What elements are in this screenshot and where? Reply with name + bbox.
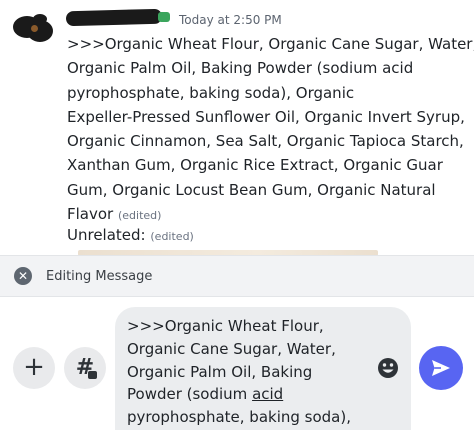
spellcheck-word[interactable]: acid	[252, 385, 283, 403]
close-icon[interactable]: ✕	[14, 267, 32, 285]
message-content: >>>Organic Wheat Flour, Organic Cane Sug…	[67, 32, 474, 228]
threads-button[interactable]: #	[64, 347, 106, 389]
emoji-icon[interactable]	[377, 357, 399, 379]
input-line-text: Powder (sodium	[127, 385, 253, 404]
input-line: pyrophosphate, baking soda),	[127, 408, 351, 427]
message-line: >>>Organic Wheat Flour, Organic Cane Sug…	[67, 35, 474, 53]
message-input-text[interactable]: >>>Organic Wheat Flour, Organic Cane Sug…	[127, 315, 367, 429]
thread-bubble-icon	[88, 371, 97, 379]
message-line: Gum, Organic Locust Bean Gum, Organic Na…	[67, 180, 436, 199]
plus-icon: +	[23, 352, 45, 382]
message-line: pyrophosphate, baking soda), Organic	[67, 83, 355, 102]
edited-tag: (edited)	[118, 209, 162, 223]
add-attachment-button[interactable]: +	[13, 347, 55, 389]
editing-label: Editing Message	[46, 269, 153, 284]
input-line: Organic Cane Sugar, Water,	[127, 339, 336, 358]
message-timestamp: Today at 2:50 PM	[179, 13, 282, 27]
avatar[interactable]	[13, 12, 53, 42]
message-2-text: Unrelated:	[67, 226, 146, 244]
message-line: Expeller-Pressed Sunflower Oil, Organic …	[67, 107, 465, 126]
input-line: Powder (sodium acid	[127, 383, 367, 406]
message-content-2: Unrelated: (edited)	[67, 223, 194, 249]
message-line: Organic Cinnamon, Sea Salt, Organic Tapi…	[67, 132, 464, 151]
send-button[interactable]	[419, 346, 463, 390]
message-line-text: Flavor	[67, 205, 114, 224]
input-line: >>>Organic Wheat Flour,	[127, 317, 324, 335]
username-redacted	[65, 8, 163, 27]
username-fragment	[158, 12, 170, 22]
message-line: Organic Palm Oil, Baking Powder (sodium …	[67, 59, 414, 78]
input-line: Organic Palm Oil, Baking	[127, 362, 313, 381]
message-line: Xanthan Gum, Organic Rice Extract, Organ…	[67, 156, 443, 175]
editing-bar: ✕ Editing Message	[0, 255, 474, 297]
edited-tag-2: (edited)	[150, 230, 194, 243]
message-input[interactable]: >>>Organic Wheat Flour, Organic Cane Sug…	[115, 307, 411, 430]
